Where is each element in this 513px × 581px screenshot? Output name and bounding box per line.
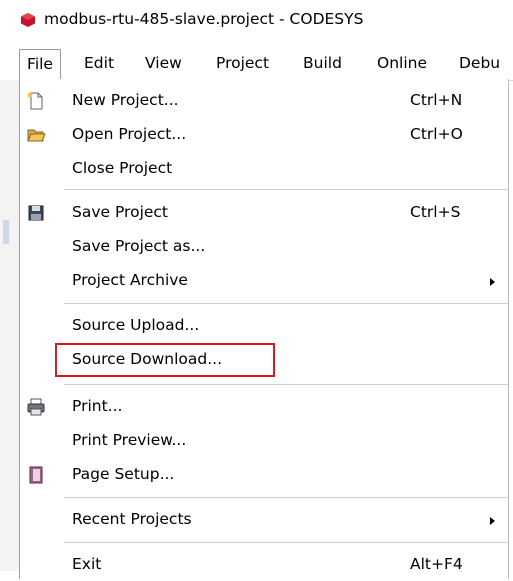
background-panel-strip (0, 80, 19, 571)
floppy-disk-icon (28, 205, 44, 221)
menu-item-label: Print... (72, 397, 123, 415)
menu-item-open-project[interactable]: Open Project... Ctrl+O (20, 119, 508, 151)
menu-debug[interactable]: Debu (459, 50, 500, 76)
highlight-box (55, 343, 275, 377)
file-menu-dropdown: New Project... Ctrl+N Open Project... Ct… (19, 79, 509, 579)
menu-item-label: Close Project (72, 159, 173, 177)
menu-build[interactable]: Build (303, 50, 342, 76)
menu-item-label: Save Project (72, 203, 169, 221)
menu-item-label: Source Upload... (72, 316, 200, 334)
menu-edit[interactable]: Edit (84, 50, 114, 76)
menu-item-recent-projects[interactable]: Recent Projects (20, 504, 508, 536)
menu-item-save-project-as[interactable]: Save Project as... (20, 231, 508, 263)
menu-item-shortcut: Ctrl+N (410, 91, 463, 109)
panel-edge (3, 220, 9, 244)
menu-item-print-preview[interactable]: Print Preview... (20, 425, 508, 457)
menu-separator (64, 497, 508, 498)
menu-online[interactable]: Online (377, 50, 427, 76)
menu-separator (64, 189, 508, 190)
menu-item-label: New Project... (72, 91, 179, 109)
menu-item-print[interactable]: Print... (20, 391, 508, 423)
menu-item-shortcut: Alt+F4 (410, 555, 463, 573)
menu-item-label: Open Project... (72, 125, 187, 143)
menu-item-save-project[interactable]: Save Project Ctrl+S (20, 197, 508, 229)
title-bar: modbus-rtu-485-slave.project - CODESYS (0, 0, 513, 40)
menu-separator (64, 384, 508, 385)
menu-item-label: Print Preview... (72, 431, 187, 449)
page-setup-icon (29, 466, 43, 484)
submenu-arrow-icon (490, 517, 495, 525)
menu-bar: File Edit View Project Build Online Debu (0, 46, 513, 81)
menu-item-exit[interactable]: Exit Alt+F4 (20, 549, 508, 581)
open-folder-icon (27, 129, 46, 142)
menu-project[interactable]: Project (216, 50, 269, 76)
menu-item-shortcut: Ctrl+S (410, 203, 461, 221)
submenu-arrow-icon (490, 278, 495, 286)
menu-file[interactable]: File (19, 49, 61, 79)
menu-item-label: Save Project as... (72, 237, 206, 255)
menu-item-page-setup[interactable]: Page Setup... (20, 459, 508, 491)
menu-separator (64, 542, 508, 543)
new-document-icon (27, 92, 43, 110)
menu-item-label: Page Setup... (72, 465, 175, 483)
menu-view[interactable]: View (145, 50, 182, 76)
menu-item-label: Project Archive (72, 271, 188, 289)
menu-item-shortcut: Ctrl+O (410, 125, 463, 143)
menu-item-source-upload[interactable]: Source Upload... (20, 310, 508, 342)
menu-item-project-archive[interactable]: Project Archive (20, 265, 508, 297)
menu-separator (64, 303, 508, 304)
menu-item-close-project[interactable]: Close Project (20, 153, 508, 185)
menu-item-new-project[interactable]: New Project... Ctrl+N (20, 85, 508, 117)
codesys-app-icon (21, 13, 35, 27)
menu-item-label: Recent Projects (72, 510, 192, 528)
menu-item-label: Exit (72, 555, 102, 573)
printer-icon (27, 398, 45, 416)
window-title: modbus-rtu-485-slave.project - CODESYS (44, 10, 364, 28)
